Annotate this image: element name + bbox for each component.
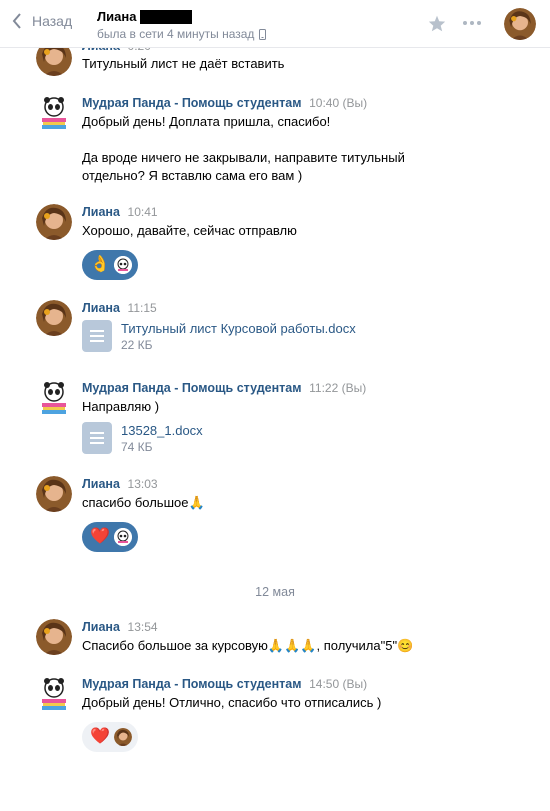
chevron-left-icon — [12, 13, 21, 29]
reaction-badge[interactable]: ❤️ — [82, 722, 138, 752]
avatar[interactable] — [36, 380, 72, 416]
message-time[interactable]: 10:40 (Вы) — [309, 96, 367, 110]
peer-name[interactable]: Лиана — [97, 9, 193, 24]
reactor-avatar — [113, 728, 132, 746]
message-text: Направляю ) — [82, 399, 160, 414]
message-text: спасибо большое🙏 — [82, 495, 205, 510]
message-text: Хорошо, давайте, сейчас отправлю — [82, 223, 297, 238]
message-text: Титульный лист не даёт вставить — [82, 56, 285, 71]
peer-status: была в сети 4 минуты назад — [97, 27, 267, 41]
message-author[interactable]: Лиана — [82, 301, 120, 315]
document-name[interactable]: Титульный лист Курсовой работы.docx — [121, 321, 356, 336]
redacted-surname — [140, 9, 193, 24]
reaction-badge[interactable]: 👌 — [82, 250, 138, 280]
star-icon[interactable] — [428, 15, 446, 32]
message-author[interactable]: Мудрая Панда - Помощь студентам — [82, 677, 301, 691]
document-attachment[interactable]: Титульный лист Курсовой работы.docx 22 К… — [82, 320, 512, 352]
message-author[interactable]: Лиана — [82, 205, 120, 219]
reaction-emoji: ❤️ — [90, 728, 110, 745]
message-text: Добрый день! Доплата пришла, спасибо! — [82, 114, 331, 129]
message-author[interactable]: Лиана — [82, 620, 120, 634]
reactor-avatar — [113, 528, 132, 546]
message-time[interactable]: 13:03 — [128, 477, 158, 491]
reaction-badge[interactable]: ❤️ — [82, 522, 138, 552]
message-time[interactable]: 10:41 — [128, 205, 158, 219]
avatar[interactable] — [36, 204, 72, 240]
reaction-emoji: ❤️ — [90, 528, 110, 545]
avatar[interactable] — [504, 8, 536, 40]
message-text: Да вроде ничего не закрывали, направите … — [82, 150, 405, 183]
mobile-phone-icon — [259, 28, 267, 40]
more-dots-icon[interactable] — [463, 21, 481, 25]
message-author[interactable]: Лиана — [82, 477, 120, 491]
message-text: Добрый день! Отлично, спасибо что отписа… — [82, 695, 382, 710]
message-time[interactable]: 13:54 — [128, 620, 158, 634]
document-icon — [82, 422, 112, 454]
message-author[interactable]: Мудрая Панда - Помощь студентам — [82, 381, 301, 395]
reactor-avatar — [113, 256, 132, 274]
message-time[interactable]: 11:22 (Вы) — [309, 381, 366, 395]
back-label: Назад — [32, 13, 73, 29]
avatar[interactable] — [36, 476, 72, 512]
avatar[interactable] — [36, 300, 72, 336]
avatar[interactable] — [36, 95, 72, 131]
document-size: 22 КБ — [121, 337, 153, 352]
document-icon — [82, 320, 112, 352]
message-time[interactable]: 11:15 — [128, 301, 157, 315]
avatar[interactable] — [36, 619, 72, 655]
document-size: 74 КБ — [121, 439, 153, 454]
message-text: Спасибо большое за курсовую🙏🙏🙏, получила… — [82, 638, 414, 653]
document-name[interactable]: 13528_1.docx — [121, 423, 203, 438]
back-button[interactable]: Назад — [12, 13, 72, 29]
message-time[interactable]: 14:50 (Вы) — [309, 677, 367, 691]
message-author[interactable]: Мудрая Панда - Помощь студентам — [82, 96, 301, 110]
date-separator: 12 мая — [255, 585, 295, 599]
avatar[interactable] — [36, 676, 72, 712]
document-attachment[interactable]: 13528_1.docx 74 КБ — [82, 422, 512, 454]
chat-header: Назад Лиана была в сети 4 минуты назад — [0, 0, 550, 48]
reaction-emoji: 👌 — [90, 256, 110, 273]
